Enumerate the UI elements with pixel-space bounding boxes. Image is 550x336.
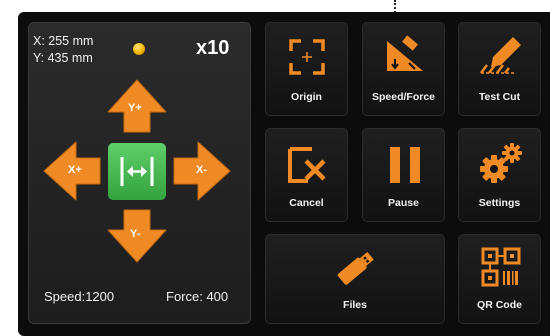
files-label: Files bbox=[343, 299, 367, 311]
qr-code-button[interactable]: QR Code bbox=[458, 234, 541, 324]
pause-label: Pause bbox=[388, 197, 419, 209]
pause-icon bbox=[390, 147, 420, 183]
jog-x-minus-button[interactable]: X- bbox=[172, 140, 232, 202]
jog-x-plus-button[interactable]: X+ bbox=[42, 140, 102, 202]
speed-force-button[interactable]: Speed/Force bbox=[362, 22, 445, 116]
cancel-label: Cancel bbox=[289, 197, 324, 209]
settings-button[interactable]: Settings bbox=[458, 128, 541, 222]
jog-x-plus-label: X+ bbox=[68, 164, 82, 176]
cancel-button[interactable]: Cancel bbox=[265, 128, 348, 222]
zoom-factor[interactable]: x10 bbox=[196, 37, 229, 60]
test-cut-blade-icon bbox=[480, 37, 521, 74]
force-readout: Force: 400 bbox=[166, 289, 229, 304]
x-position-readout: X: 255 mm bbox=[33, 34, 94, 48]
qr-code-icon bbox=[481, 247, 521, 287]
settings-label: Settings bbox=[478, 197, 521, 209]
origin-button[interactable]: Origin bbox=[265, 22, 348, 116]
y-position-readout: Y: 435 mm bbox=[33, 51, 93, 65]
jog-center-button[interactable] bbox=[108, 143, 166, 200]
files-button[interactable]: Files bbox=[265, 234, 445, 324]
pause-button[interactable]: Pause bbox=[362, 128, 445, 222]
cancel-x-icon bbox=[288, 147, 326, 183]
jog-x-minus-label: X- bbox=[196, 164, 207, 176]
status-led-icon bbox=[133, 43, 145, 55]
jog-y-plus-label: Y+ bbox=[128, 102, 142, 114]
test-cut-label: Test Cut bbox=[478, 91, 521, 103]
gears-icon bbox=[480, 143, 522, 183]
jog-y-minus-button[interactable]: Y- bbox=[106, 208, 168, 264]
origin-crosshair-icon bbox=[289, 39, 325, 75]
usb-drive-icon bbox=[337, 251, 374, 285]
horizontal-resize-icon bbox=[120, 157, 154, 186]
speed-force-icon bbox=[387, 35, 423, 71]
jog-y-minus-label: Y- bbox=[130, 228, 141, 240]
speed-force-label: Speed/Force bbox=[371, 91, 436, 103]
jog-y-plus-button[interactable]: Y+ bbox=[106, 78, 168, 134]
origin-label: Origin bbox=[291, 91, 322, 103]
speed-readout: Speed:1200 bbox=[44, 289, 115, 304]
test-cut-button[interactable]: Test Cut bbox=[458, 22, 541, 116]
qr-code-label: QR Code bbox=[477, 299, 522, 311]
